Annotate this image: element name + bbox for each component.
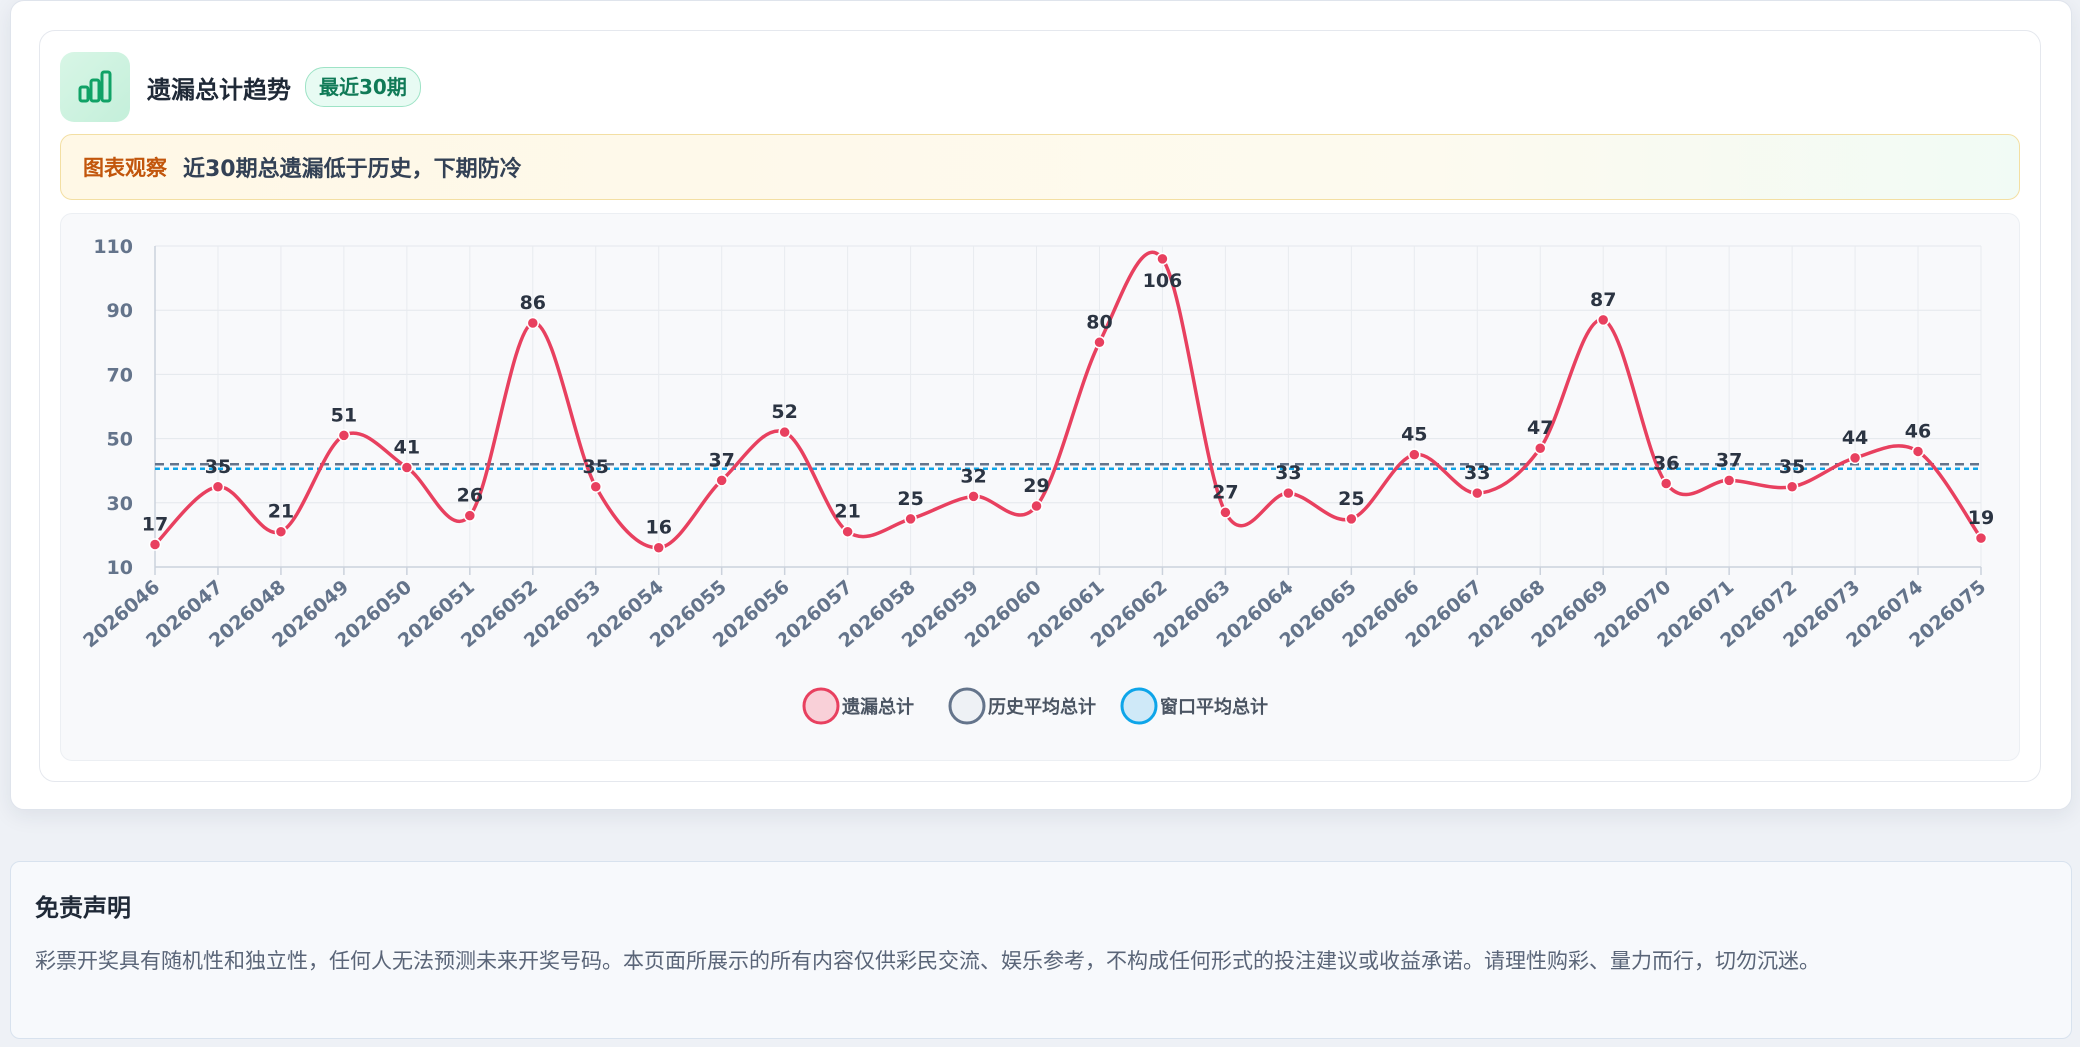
period-badge: 最近30期 xyxy=(305,67,421,107)
legend-omission-total-marker xyxy=(802,687,840,725)
disclaimer-section: 免责声明 彩票开奖具有随机性和独立性，任何人无法预测未来开奖号码。本页面所展示的… xyxy=(10,861,2072,1039)
data-point xyxy=(400,461,414,474)
y-tick-label: 30 xyxy=(107,493,133,515)
y-tick-label: 110 xyxy=(93,236,133,258)
data-label: 80 xyxy=(1086,311,1112,333)
data-label: 41 xyxy=(394,436,420,458)
data-point xyxy=(1471,486,1484,500)
data-label: 21 xyxy=(834,501,860,523)
data-label: 21 xyxy=(268,501,294,523)
data-point xyxy=(652,541,665,554)
data-point xyxy=(1345,512,1358,526)
data-label: 27 xyxy=(1212,481,1238,503)
data-label: 36 xyxy=(1653,453,1679,475)
data-point xyxy=(1282,486,1295,500)
legend-window-average-label: 窗口平均总计 xyxy=(1160,696,1268,718)
data-label: 35 xyxy=(1779,456,1805,478)
data-label: 37 xyxy=(1716,449,1742,471)
chart-header: 遗漏总计趋势 最近30期 xyxy=(60,52,421,122)
data-point xyxy=(1785,480,1799,493)
chart-title: 遗漏总计趋势 xyxy=(147,75,291,104)
data-label: 44 xyxy=(1842,427,1868,449)
data-point xyxy=(1974,531,1988,545)
data-point xyxy=(589,480,603,493)
data-point xyxy=(967,490,980,503)
data-label: 35 xyxy=(583,456,609,478)
legend-window-average-marker xyxy=(1120,687,1158,725)
data-label: 37 xyxy=(708,449,734,471)
disclaimer-text: 彩票开奖具有随机性和独立性，任何人无法预测未来开奖号码。本页面所展示的所有内容仅… xyxy=(35,949,1820,973)
data-label: 45 xyxy=(1401,424,1427,446)
data-point xyxy=(841,525,854,538)
data-point xyxy=(1722,474,1736,487)
bar-chart-icon xyxy=(60,52,130,122)
observation-label: 图表观察 xyxy=(83,156,167,180)
legend-omission-total-label: 遗漏总计 xyxy=(841,696,914,718)
y-tick-label: 70 xyxy=(107,364,133,386)
data-point xyxy=(1659,477,1673,490)
data-point xyxy=(1848,451,1862,465)
observation-banner: 图表观察 近30期总遗漏低于历史，下期防冷 xyxy=(60,134,2020,200)
data-label: 26 xyxy=(457,485,483,507)
data-label: 29 xyxy=(1023,475,1049,497)
data-point xyxy=(337,429,351,442)
data-point xyxy=(1533,441,1547,455)
legend-history-average-label: 历史平均总计 xyxy=(988,696,1096,718)
data-label: 47 xyxy=(1527,417,1553,439)
data-point xyxy=(148,538,162,551)
y-tick-label: 90 xyxy=(107,300,133,322)
data-point xyxy=(778,425,791,439)
data-label: 17 xyxy=(142,514,168,536)
y-tick-label: 50 xyxy=(107,429,133,451)
data-label: 86 xyxy=(520,292,546,314)
data-label: 51 xyxy=(331,404,357,426)
y-tick-label: 10 xyxy=(107,557,133,579)
data-label: 33 xyxy=(1464,462,1490,484)
chart-area: 10 30 50 70 90 110 2026046 2026047 2026048 202604… xyxy=(60,213,2020,761)
omission-total-line-chart: 1030507090110202604620260472026048202604… xyxy=(79,236,1994,725)
data-label: 106 xyxy=(1143,270,1183,292)
data-point xyxy=(1911,445,1925,458)
data-point xyxy=(526,316,540,330)
data-label: 25 xyxy=(1338,488,1364,510)
data-label: 16 xyxy=(645,517,671,539)
data-label: 33 xyxy=(1275,462,1301,484)
data-label: 25 xyxy=(897,488,923,510)
data-label: 32 xyxy=(960,465,986,487)
data-point xyxy=(904,512,917,526)
data-label: 52 xyxy=(771,401,797,423)
data-label: 35 xyxy=(205,456,231,478)
data-point xyxy=(715,474,728,487)
omission-total-line xyxy=(153,250,1983,550)
data-label: 87 xyxy=(1590,289,1616,311)
data-point xyxy=(1219,506,1232,519)
legend-history-average-marker xyxy=(948,687,986,725)
data-point xyxy=(1093,336,1106,349)
data-point xyxy=(274,525,288,538)
data-label: 19 xyxy=(1968,507,1994,529)
data-point xyxy=(1596,313,1610,327)
data-point xyxy=(463,509,477,522)
data-point xyxy=(1156,252,1169,266)
disclaimer-title: 免责声明 xyxy=(35,894,131,922)
data-label: 46 xyxy=(1905,420,1931,442)
data-point xyxy=(211,480,225,493)
data-point xyxy=(1030,499,1043,513)
observation-text: 近30期总遗漏低于历史，下期防冷 xyxy=(183,157,522,182)
data-point xyxy=(1408,448,1421,461)
